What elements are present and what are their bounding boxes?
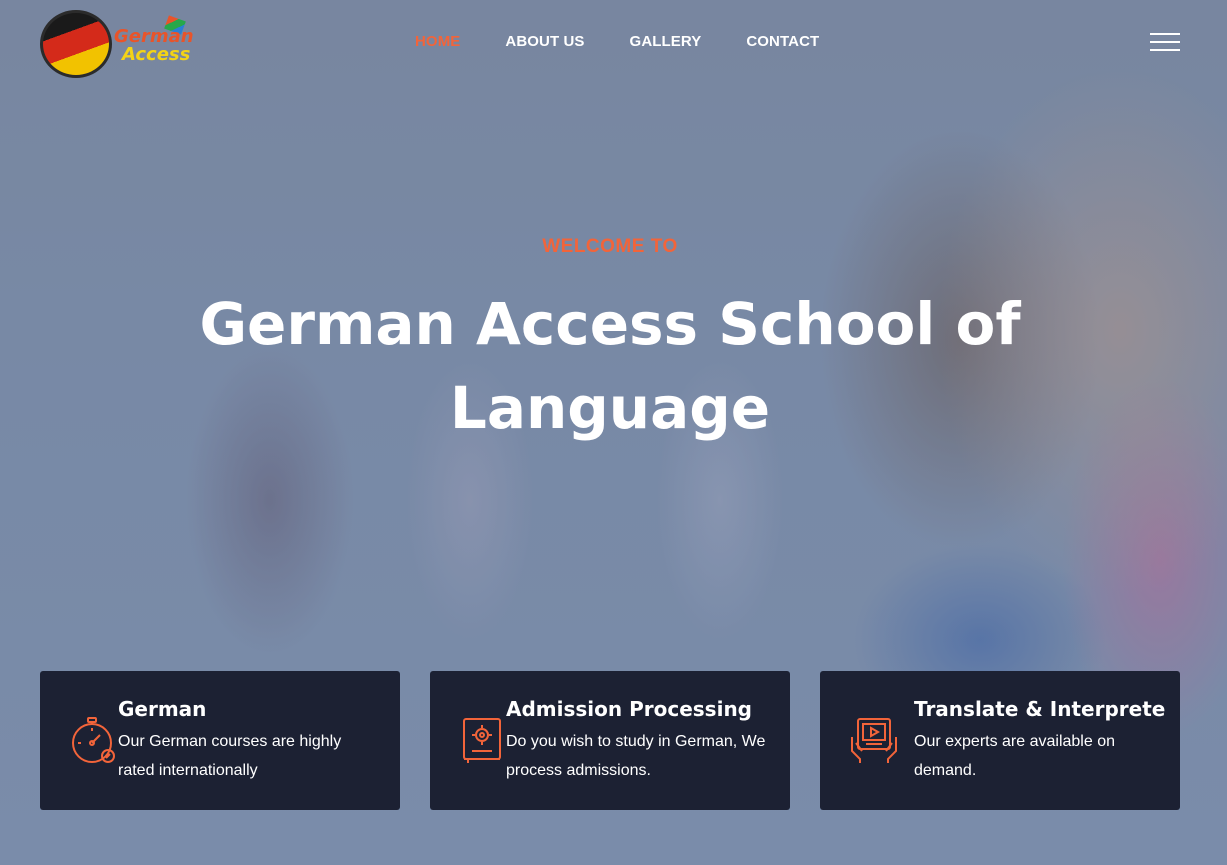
card-description: Do you wish to study in German, We proce… — [506, 733, 766, 779]
card-description: Our experts are available on demand. — [914, 733, 1115, 779]
main-navigation: HOME ABOUT US GALLERY CONTACT — [415, 33, 864, 50]
nav-about-us[interactable]: ABOUT US — [505, 33, 584, 50]
service-card-admission[interactable]: Admission Processing Do you wish to stud… — [430, 671, 790, 810]
service-card-translate[interactable]: Translate & Interprete Our experts are a… — [820, 671, 1180, 810]
hamburger-line — [1150, 41, 1180, 43]
service-card-german[interactable]: German Our German courses are highly rat… — [40, 671, 400, 810]
nav-contact[interactable]: CONTACT — [746, 33, 819, 50]
card-title: Translate & Interprete — [914, 697, 1166, 721]
nav-gallery[interactable]: GALLERY — [630, 33, 702, 50]
gear-book-icon — [463, 718, 501, 763]
logo-globe-icon — [40, 10, 112, 78]
video-tablet-icon — [851, 718, 897, 763]
hero-eyebrow: WELCOME TO — [542, 236, 678, 257]
hamburger-line — [1150, 49, 1180, 51]
nav-home[interactable]: HOME — [415, 33, 460, 50]
card-title: Admission Processing — [506, 697, 752, 721]
hamburger-line — [1150, 33, 1180, 35]
hero-section: German Access HOME ABOUT US GALLERY CONT… — [0, 0, 1227, 865]
logo-text-access: Access — [122, 44, 191, 65]
site-logo[interactable]: German Access — [40, 8, 200, 80]
stopwatch-icon — [72, 717, 115, 763]
card-title: German — [118, 697, 207, 721]
hero-title: German Access School of Language — [199, 290, 1021, 442]
card-description: Our German courses are highly rated inte… — [118, 733, 342, 779]
hamburger-menu-icon[interactable] — [1150, 33, 1180, 53]
